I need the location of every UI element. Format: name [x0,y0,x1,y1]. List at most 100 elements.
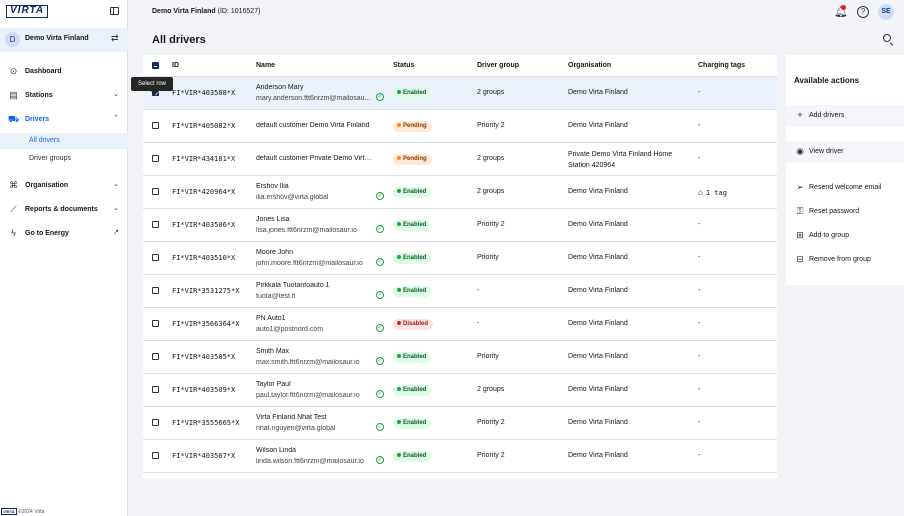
driver-email: ilia.ershov@virta.global [256,194,329,201]
nav-item-stations[interactable]: ▤ Stations ⌄ [0,87,128,105]
actions-title: Available actions [794,76,860,85]
charging-tags: - [698,89,700,96]
table-row[interactable]: FI*VIR*3566364*X PN Auto1 auto1@postnord… [143,308,777,341]
search-icon[interactable] [882,33,896,47]
column-header-driver-group[interactable]: Driver group [477,62,519,69]
driver-name[interactable]: Ershov Ilia [256,183,376,190]
subnav-label: All drivers [29,137,60,144]
action-resend-welcome-email[interactable]: ➢ Resend welcome email [786,177,904,199]
column-header-charging-tags[interactable]: Charging tags [698,62,745,69]
driver-name[interactable]: Virta Finland Nhat Test [256,414,376,421]
switch-org-icon[interactable]: ⇄ [111,33,119,44]
table-row[interactable]: FI*VIR*403510*X Moore John john.moore.ft… [143,242,777,275]
driver-name[interactable]: Wilson Linda [256,447,376,454]
row-checkbox[interactable] [152,221,159,228]
driver-organisation: Demo Virta Finland [568,254,628,261]
organisation-switcher[interactable]: D Demo Virta Finland ⇄ [0,28,128,52]
driver-email: john.moore.ftt6nrzm@mailosaur.io [256,260,363,267]
action-remove-from-group[interactable]: ⊟ Remove from group [786,249,904,271]
row-checkbox[interactable] [152,353,159,360]
table-row[interactable]: FI*VIR*405082*X default customer Demo Vi… [143,110,777,143]
charging-tags-value[interactable]: 1 tag [706,189,727,197]
select-all-checkbox[interactable] [152,62,159,69]
driver-name[interactable]: default customer Private Demo Virta Fi..… [256,155,374,162]
row-checkbox[interactable] [152,188,159,195]
row-checkbox[interactable] [152,122,159,129]
add-group-icon: ⊞ [796,230,804,240]
status-dot [397,255,401,259]
status-text: Enabled [403,354,427,360]
help-icon[interactable]: ? [857,6,869,18]
column-header-id[interactable]: ID [172,62,179,69]
table-row[interactable]: FI*VIR*403505*X Smith Max max.smith.ftt6… [143,341,777,374]
driver-name[interactable]: Jones Lisa [256,216,376,223]
status-badge: Enabled [393,220,432,231]
charging-tags-value: - [698,287,701,294]
user-avatar[interactable]: SE [878,4,894,20]
driver-organisation: Demo Virta Finland [568,221,628,228]
driver-name[interactable]: Smith Max [256,348,376,355]
table-row[interactable]: FI*VIR*403507*X Wilson Linda linda.wilso… [143,440,777,473]
notification-dot [841,5,846,10]
row-checkbox[interactable] [152,320,159,327]
subnav-label: Driver groups [29,155,72,162]
action-reset-password[interactable]: ⚿ Reset password [786,201,904,223]
table-row[interactable]: FI*VIR*434181*X default customer Private… [143,143,777,176]
action-add-to-group[interactable]: ⊞ Add to group [786,225,904,247]
column-header-organisation[interactable]: Organisation [568,62,611,69]
row-checkbox[interactable] [152,287,159,294]
status-badge: Disabled [393,319,434,330]
row-checkbox[interactable] [152,254,159,261]
driver-name[interactable]: Anderson Mary [256,84,376,91]
driver-name[interactable]: default customer Demo Virta Finland [256,122,374,129]
table-row[interactable]: FI*VIR*3531275*X Pirkkala Tuotantoauto 1… [143,275,777,308]
action-view-driver[interactable]: ◉ View driver [786,141,904,163]
verified-check-icon: ✓ [376,225,384,233]
nav-item-dashboard[interactable]: ⊙ Dashboard [0,63,128,81]
nav-item-drivers[interactable]: ⛟ Drivers ⌃ [0,111,128,129]
verified-check-icon: ✓ [376,456,384,464]
eye-icon: ◉ [796,146,804,156]
verified-check-icon: ✓ [376,423,384,431]
nav-item-energy[interactable]: ϟ Go to Energy ↗ [0,225,128,243]
footer-logo: VIRTA [1,508,17,515]
row-checkbox[interactable] [152,419,159,426]
driver-email: mary.anderson.ftt6nrzm@mailosau... [256,95,371,102]
driver-name[interactable]: Pirkkala Tuotantoauto 1 [256,282,376,289]
row-checkbox[interactable] [152,386,159,393]
available-actions-panel: Available actions + Add drivers ◉ View dr… [786,55,904,285]
driver-name[interactable]: Taylor Paul [256,381,376,388]
driver-name[interactable]: Moore John [256,249,376,256]
driver-email: linda.wilson.ftt6nrzm@mailosaur.io [256,458,364,465]
virta-logo[interactable]: VIRTA [6,5,49,18]
charging-tags: - [698,353,700,360]
collapse-sidebar-icon[interactable] [110,7,119,15]
verified-check-icon: ✓ [376,93,384,101]
chevron-up-icon: ⌃ [113,115,119,122]
action-add-drivers[interactable]: + Add drivers [786,105,904,127]
table-row[interactable]: FI*VIR*403509*X Taylor Paul paul.taylor.… [143,374,777,407]
subnav-all-drivers[interactable]: All drivers [0,133,128,149]
table-row[interactable]: FI*VIR*420964*X Ershov Ilia ilia.ershov@… [143,176,777,209]
table-row[interactable]: FI*VIR*403508*X Anderson Mary mary.ander… [143,77,777,110]
status-badge: Enabled [393,253,432,264]
driver-group: Priority 2 [477,419,505,426]
subnav-driver-groups[interactable]: Driver groups [0,151,128,167]
row-checkbox[interactable] [152,155,159,162]
nav-item-reports[interactable]: ⟋ Reports & documents ⌄ [0,201,128,219]
table-row[interactable]: FI*VIR*3555665*X Virta Finland Nhat Test… [143,407,777,440]
status-text: Enabled [403,453,427,459]
column-header-name[interactable]: Name [256,62,275,69]
status-badge: Enabled [393,451,432,462]
row-checkbox[interactable] [152,452,159,459]
nav-item-organisation[interactable]: ⌘ Organisation ⌄ [0,177,128,195]
charging-tags: - [698,386,700,393]
table-row[interactable]: FI*VIR*403506*X Jones Lisa lisa.jones.ft… [143,209,777,242]
status-dot [397,123,401,127]
action-label: View driver [809,148,844,155]
driver-name[interactable]: PN Auto1 [256,315,376,322]
driver-id: FI*VIR*3531275*X [172,287,240,295]
remove-group-icon: ⊟ [796,254,804,264]
charging-tags-value: - [698,254,701,261]
column-header-status[interactable]: Status [393,62,414,69]
